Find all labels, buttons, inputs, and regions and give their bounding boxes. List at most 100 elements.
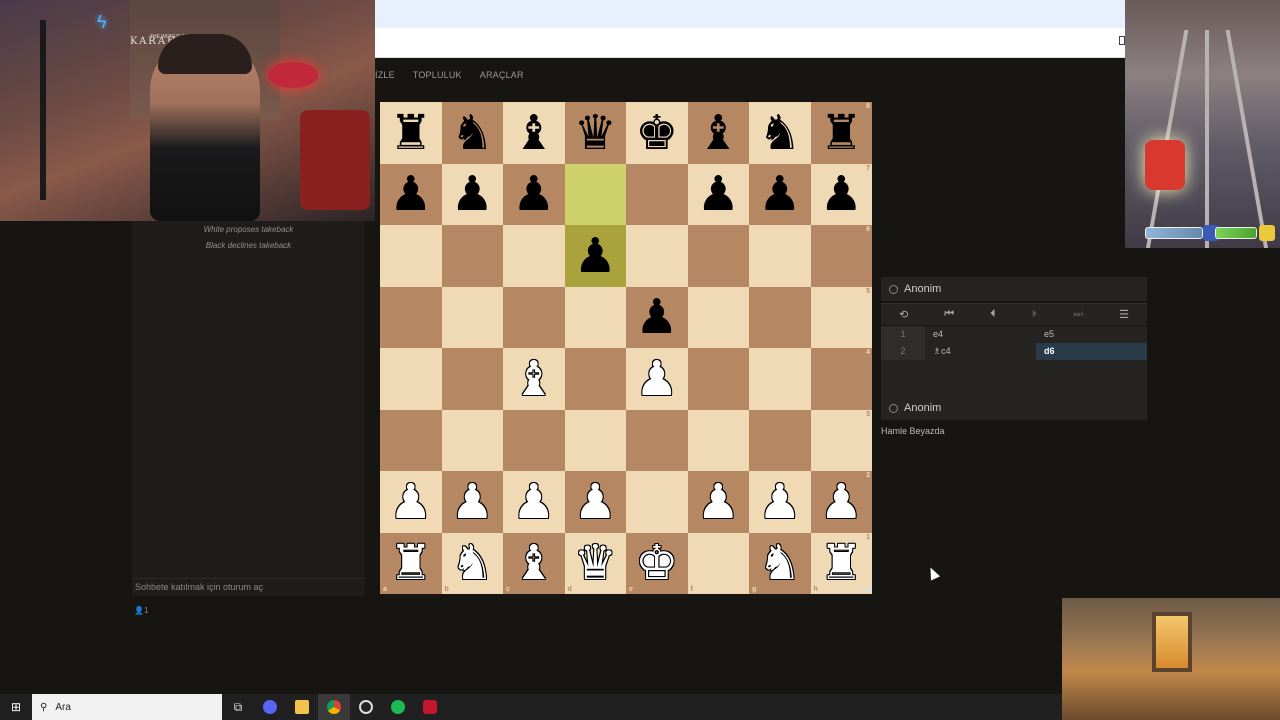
black-piece[interactable]: ♞	[758, 109, 801, 157]
square-b6[interactable]	[441, 225, 503, 287]
white-piece[interactable]: ♟	[758, 478, 801, 526]
square-c1[interactable]: ♝ c	[503, 532, 565, 594]
prev-move-icon[interactable]: ⏴	[990, 308, 996, 321]
flip-board-icon[interactable]: ⟲	[899, 308, 908, 321]
square-e7[interactable]	[626, 163, 688, 225]
square-b3[interactable]	[441, 409, 503, 471]
square-b2[interactable]: ♟	[441, 471, 503, 533]
white-piece[interactable]: ♛	[574, 539, 617, 587]
square-d5[interactable]	[564, 286, 626, 348]
menu-icon[interactable]: ☰	[1119, 308, 1129, 321]
square-a6[interactable]	[380, 225, 442, 287]
square-c2[interactable]: ♟	[503, 471, 565, 533]
chat-input[interactable]: Sohbete katılmak için oturum aç	[132, 578, 365, 596]
nav-item-izle[interactable]: İZLE	[375, 70, 395, 86]
browser-tabstrip[interactable]	[375, 0, 1125, 28]
square-a2[interactable]: ♟	[380, 471, 442, 533]
square-c8[interactable]: ♝	[503, 102, 565, 164]
white-piece[interactable]: ♚	[635, 539, 678, 587]
square-c4[interactable]: ♝	[503, 348, 565, 410]
square-e4[interactable]: ♟	[626, 348, 688, 410]
nav-item-araclar[interactable]: ARAÇLAR	[480, 70, 524, 86]
windows-start-icon[interactable]: ⊞	[0, 694, 32, 720]
square-a8[interactable]: ♜	[380, 102, 442, 164]
square-h6[interactable]: 6	[810, 225, 872, 287]
square-h2[interactable]: ♟ 2	[810, 471, 872, 533]
white-piece[interactable]: ♟	[451, 478, 494, 526]
taskbar-search[interactable]: ⚲ Ara	[32, 694, 222, 720]
square-e5[interactable]: ♟	[626, 286, 688, 348]
square-e1[interactable]: ♚ e	[626, 532, 688, 594]
white-piece[interactable]: ♜	[389, 539, 432, 587]
square-g8[interactable]: ♞	[749, 102, 811, 164]
player-bottom-name[interactable]: Anonim	[904, 402, 941, 414]
square-d3[interactable]	[564, 409, 626, 471]
square-g6[interactable]	[749, 225, 811, 287]
white-piece[interactable]: ♟	[697, 478, 740, 526]
discord-icon[interactable]	[254, 694, 286, 720]
square-h1[interactable]: ♜ 1 h	[810, 532, 872, 594]
move-black[interactable]: e5	[1036, 326, 1147, 343]
square-g3[interactable]	[749, 409, 811, 471]
media-player-icon[interactable]	[414, 694, 446, 720]
square-f6[interactable]	[687, 225, 749, 287]
square-b8[interactable]: ♞	[441, 102, 503, 164]
white-piece[interactable]: ♟	[635, 355, 678, 403]
black-piece[interactable]: ♝	[697, 109, 740, 157]
square-d8[interactable]: ♛	[564, 102, 626, 164]
square-d2[interactable]: ♟	[564, 471, 626, 533]
spotify-icon[interactable]	[382, 694, 414, 720]
black-piece[interactable]: ♜	[820, 109, 863, 157]
black-piece[interactable]: ♜	[389, 109, 432, 157]
black-piece[interactable]: ♟	[389, 170, 432, 218]
white-piece[interactable]: ♞	[758, 539, 801, 587]
black-piece[interactable]: ♚	[635, 109, 678, 157]
square-f5[interactable]	[687, 286, 749, 348]
square-f1[interactable]: f	[687, 532, 749, 594]
first-move-icon[interactable]: ⏮	[944, 308, 954, 321]
square-f8[interactable]: ♝	[687, 102, 749, 164]
square-a7[interactable]: ♟	[380, 163, 442, 225]
square-e3[interactable]	[626, 409, 688, 471]
square-c5[interactable]	[503, 286, 565, 348]
black-piece[interactable]: ♟	[451, 170, 494, 218]
nav-item-topluluk[interactable]: TOPLULUK	[413, 70, 462, 86]
black-piece[interactable]: ♟	[635, 293, 678, 341]
square-d4[interactable]	[564, 348, 626, 410]
square-h8[interactable]: ♜ 8	[810, 102, 872, 164]
browser-address-bar[interactable]	[375, 28, 1125, 58]
square-d1[interactable]: ♛ d	[564, 532, 626, 594]
square-e6[interactable]	[626, 225, 688, 287]
black-piece[interactable]: ♟	[758, 170, 801, 218]
square-a4[interactable]	[380, 348, 442, 410]
move-white[interactable]: e4	[925, 326, 1036, 343]
white-piece[interactable]: ♟	[389, 478, 432, 526]
square-f2[interactable]: ♟	[687, 471, 749, 533]
square-a1[interactable]: ♜ a	[380, 532, 442, 594]
last-move-icon[interactable]: ⏭	[1073, 308, 1083, 321]
black-piece[interactable]: ♞	[451, 109, 494, 157]
square-f7[interactable]: ♟	[687, 163, 749, 225]
square-h3[interactable]: 3	[810, 409, 872, 471]
square-b5[interactable]	[441, 286, 503, 348]
task-view-icon[interactable]: ⧉	[222, 694, 254, 720]
black-piece[interactable]: ♛	[574, 109, 617, 157]
square-d6[interactable]: ♟	[564, 225, 626, 287]
black-piece[interactable]: ♟	[820, 170, 863, 218]
obs-icon[interactable]	[350, 694, 382, 720]
square-d7[interactable]	[564, 163, 626, 225]
square-h5[interactable]: 5	[810, 286, 872, 348]
file-explorer-icon[interactable]	[286, 694, 318, 720]
black-piece[interactable]: ♟	[512, 170, 555, 218]
white-piece[interactable]: ♜	[820, 539, 863, 587]
white-piece[interactable]: ♟	[574, 478, 617, 526]
white-piece[interactable]: ♞	[451, 539, 494, 587]
white-piece[interactable]: ♝	[512, 355, 555, 403]
next-move-icon[interactable]: ⏵	[1032, 308, 1038, 321]
square-b4[interactable]	[441, 348, 503, 410]
black-piece[interactable]: ♟	[697, 170, 740, 218]
square-b7[interactable]: ♟	[441, 163, 503, 225]
square-c7[interactable]: ♟	[503, 163, 565, 225]
chrome-icon[interactable]	[318, 694, 350, 720]
square-h4[interactable]: 4	[810, 348, 872, 410]
